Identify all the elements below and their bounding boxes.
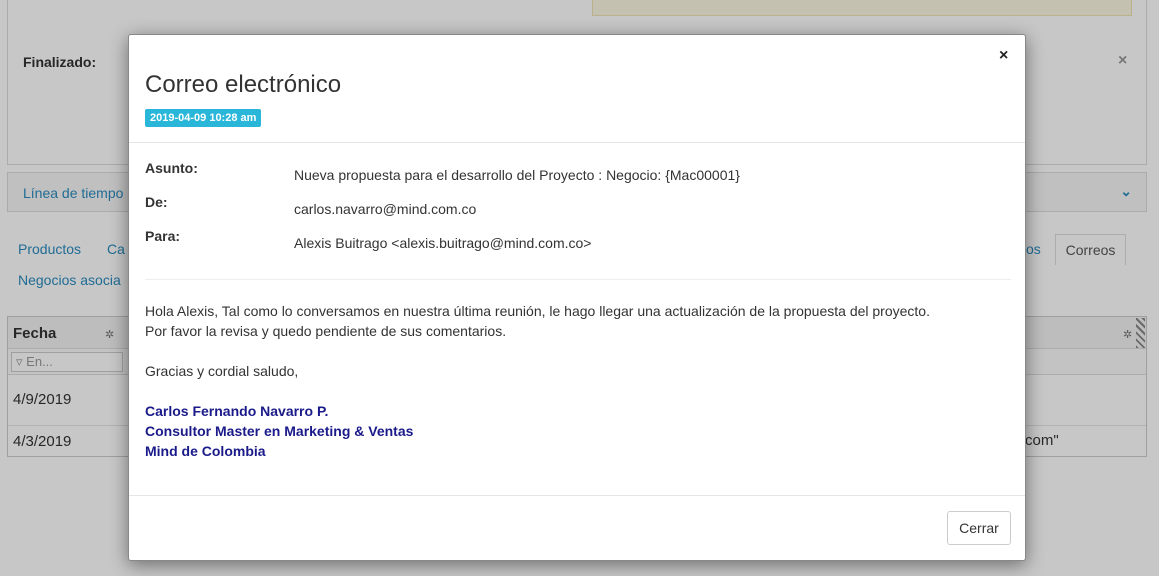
email-body-line: Por favor la revisa y quedo pendiente de… [145,323,507,339]
signature-company: Mind de Colombia [145,443,266,459]
modal-title: Correo electrónico [145,71,342,98]
cerrar-button[interactable]: Cerrar [947,511,1011,545]
signature-role: Consultor Master en Marketing & Ventas [145,423,414,439]
signature-name: Carlos Fernando Navarro P. [145,403,329,419]
email-body-line: Gracias y cordial saludo, [145,363,299,379]
modal-header: Correo electrónico × 2019-04-09 10:28 am [129,35,1025,143]
from-label: De: [145,194,168,210]
subject-value: Nueva propuesta para el desarrollo del P… [294,167,740,183]
to-value: Alexis Buitrago <alexis.buitrago@mind.co… [294,235,592,251]
subject-label: Asunto: [145,160,198,176]
modal-footer-divider [129,495,1025,496]
email-body-line: Hola Alexis, Tal como lo conversamos en … [145,303,930,319]
from-value: carlos.navarro@mind.com.co [294,201,477,217]
close-icon[interactable]: × [999,47,1008,65]
date-badge: 2019-04-09 10:28 am [145,109,262,127]
to-label: Para: [145,228,181,244]
divider [145,279,1011,280]
email-modal: Correo electrónico × 2019-04-09 10:28 am… [128,34,1026,561]
